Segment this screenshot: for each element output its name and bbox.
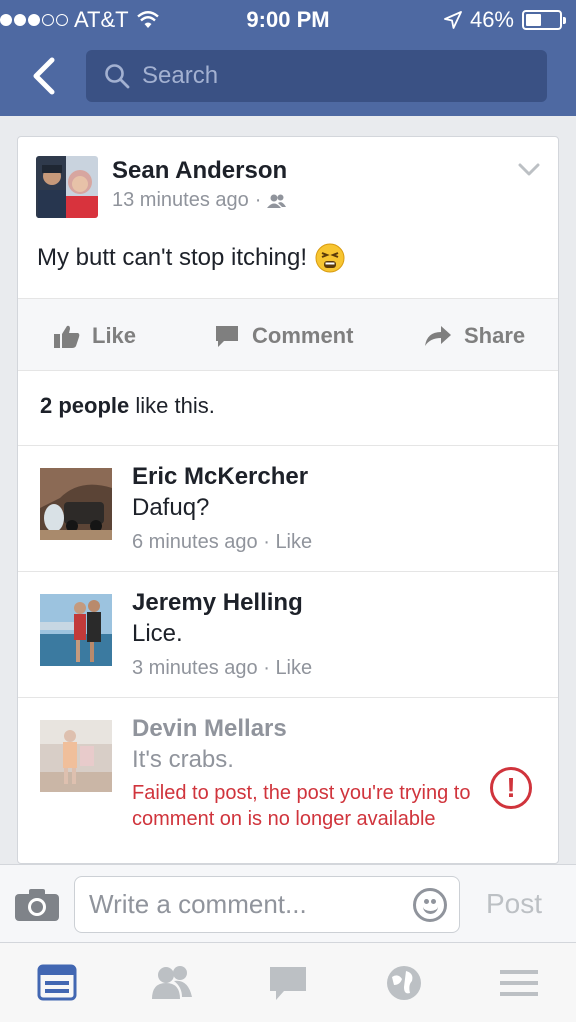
- post-text: My butt can't stop itching!: [37, 244, 308, 271]
- comment-meta: 6 minutes ago · Like: [132, 531, 312, 554]
- like-button[interactable]: Like: [54, 299, 136, 372]
- post-actions: Like Comment Share: [18, 298, 558, 371]
- post-meta: 13 minutes ago ·: [112, 189, 287, 212]
- comment-meta: 3 minutes ago · Like: [132, 657, 312, 680]
- globe-icon[interactable]: [382, 963, 426, 1003]
- comment-item: Eric McKercher Dafuq? 6 minutes ago · Li…: [18, 446, 558, 571]
- comment-item: Jeremy Helling Lice. 3 minutes ago · Lik…: [18, 572, 558, 697]
- comment-text: Lice.: [132, 620, 183, 647]
- commenter-name[interactable]: Jeremy Helling: [132, 589, 303, 617]
- commenter-avatar[interactable]: [40, 468, 112, 540]
- comment-label: Comment: [252, 322, 354, 348]
- friends-audience-icon[interactable]: [267, 193, 287, 209]
- back-arrow-icon[interactable]: [26, 56, 62, 96]
- commenter-name[interactable]: Eric McKercher: [132, 463, 308, 491]
- comment-time: 3 minutes ago: [132, 657, 258, 679]
- post-failed-message: Failed to post, the post you're trying t…: [132, 782, 471, 830]
- comment-text: Dafuq?: [132, 494, 210, 521]
- comment-composer: Write a comment... Post: [0, 864, 576, 942]
- emoji-picker-icon[interactable]: [413, 888, 447, 922]
- post-body: My butt can't stop itching!: [37, 243, 345, 273]
- news-feed-icon[interactable]: [37, 963, 81, 1003]
- search-input[interactable]: Search: [86, 50, 547, 102]
- search-placeholder: Search: [142, 62, 219, 89]
- post-time[interactable]: 13 minutes ago: [112, 189, 249, 212]
- battery-percent: 46%: [469, 7, 514, 32]
- tab-bar: [0, 942, 576, 1022]
- error-icon[interactable]: !: [490, 767, 532, 809]
- commenter-avatar[interactable]: [40, 594, 112, 666]
- status-bar: AT&T 9:00 PM 46%: [0, 0, 576, 40]
- location-arrow-icon: [444, 11, 462, 29]
- search-icon: [105, 64, 130, 89]
- comment-like-link[interactable]: Like: [275, 657, 312, 679]
- tired-face-emoji: [315, 243, 345, 273]
- share-arrow-icon: [425, 325, 451, 346]
- menu-icon[interactable]: [498, 963, 542, 1003]
- friends-icon[interactable]: [150, 963, 194, 1003]
- share-button[interactable]: Share: [424, 299, 525, 372]
- meta-separator: ·: [254, 189, 262, 211]
- comment-bubble-icon: [216, 325, 238, 347]
- messages-icon[interactable]: [266, 963, 310, 1003]
- comment-text: It's crabs.: [132, 746, 234, 773]
- chevron-down-icon[interactable]: [518, 163, 540, 177]
- share-label: Share: [464, 322, 526, 348]
- likes-suffix: like this.: [129, 393, 215, 418]
- comment-button[interactable]: Comment: [214, 299, 353, 372]
- post-comment-button[interactable]: Post: [486, 888, 542, 920]
- commenter-name[interactable]: Devin Mellars: [132, 715, 287, 743]
- like-label: Like: [92, 322, 137, 348]
- likes-count: 2 people: [40, 393, 130, 418]
- comment-time: 6 minutes ago: [132, 531, 258, 553]
- post-author[interactable]: Sean Anderson: [112, 157, 287, 185]
- thumbs-up-icon: [54, 325, 80, 348]
- camera-icon[interactable]: [14, 888, 60, 922]
- comment-input[interactable]: Write a comment...: [74, 876, 460, 933]
- battery-icon: [522, 10, 566, 30]
- comment-item-failed: Devin Mellars It's crabs. Failed to post…: [18, 698, 558, 863]
- post-card: Sean Anderson 13 minutes ago · My butt c…: [17, 136, 559, 864]
- comment-placeholder: Write a comment...: [89, 889, 307, 919]
- commenter-avatar[interactable]: [40, 720, 112, 792]
- comment-like-link[interactable]: Like: [275, 531, 312, 553]
- author-avatar[interactable]: [36, 156, 98, 218]
- likes-summary[interactable]: 2 people like this.: [40, 393, 215, 419]
- meta-separator: ·: [263, 657, 270, 679]
- meta-separator: ·: [263, 531, 270, 553]
- header: AT&T 9:00 PM 46% Search: [0, 0, 576, 116]
